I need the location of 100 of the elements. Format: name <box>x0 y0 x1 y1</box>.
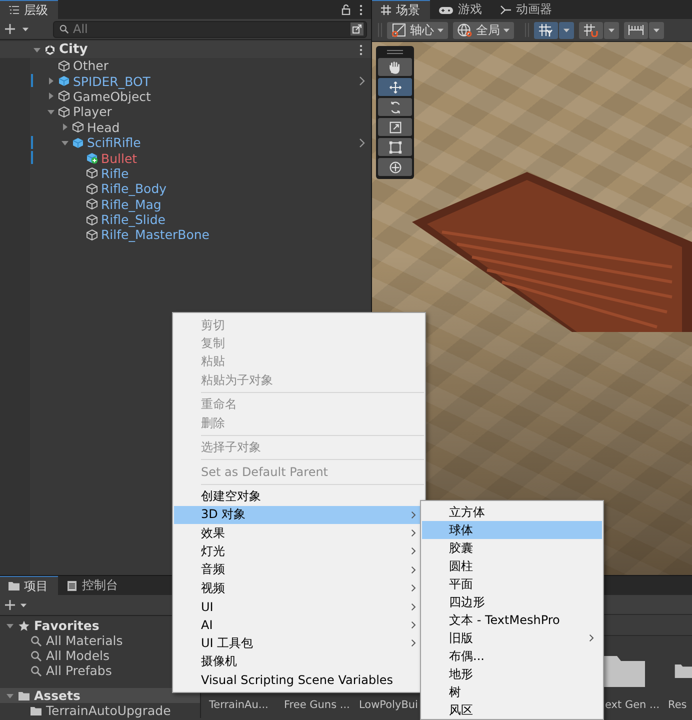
menu-item[interactable]: 旧版 <box>422 629 602 647</box>
asset-label: Free Guns ... <box>284 699 350 711</box>
tree-item[interactable]: Rifle_Mag <box>0 196 371 212</box>
tree-item[interactable]: Bullet <box>0 150 371 166</box>
menu-item[interactable]: 立方体 <box>422 503 602 521</box>
pivot-dropdown[interactable]: 轴心 <box>387 22 448 38</box>
cube-icon <box>58 106 70 118</box>
asset-label: Res <box>668 699 687 711</box>
menu-item[interactable]: 树 <box>422 683 602 701</box>
cube-icon <box>58 90 70 102</box>
dropdown-button[interactable] <box>649 22 664 38</box>
animator-icon <box>500 4 512 16</box>
view-tab[interactable]: 游戏 <box>430 0 492 19</box>
list-icon <box>8 4 20 16</box>
add-icon[interactable] <box>4 599 16 611</box>
rect-tool-icon <box>388 140 402 154</box>
expand-arrow-icon[interactable] <box>47 108 55 116</box>
cube-icon <box>72 121 84 134</box>
search-mode-icon[interactable] <box>350 22 364 36</box>
caret-icon <box>22 26 29 32</box>
grid-snap-icon <box>538 23 554 37</box>
cube-icon <box>58 60 70 72</box>
tree-item[interactable]: Other <box>0 58 371 74</box>
expand-arrow-icon[interactable] <box>6 692 14 700</box>
view-tab[interactable]: 场景 <box>372 0 430 19</box>
menu-item[interactable]: 布偶... <box>422 647 602 665</box>
grid-toggle[interactable] <box>534 22 558 38</box>
globe-icon <box>457 23 473 37</box>
more-icon[interactable] <box>359 4 363 16</box>
menu-item[interactable]: 灯光 <box>174 542 424 561</box>
menu-item[interactable]: 地形 <box>422 665 602 683</box>
add-icon[interactable] <box>4 23 16 35</box>
tree-item[interactable]: GameObject <box>0 88 371 104</box>
folder-icon <box>18 690 30 702</box>
cube-icon <box>86 182 98 195</box>
project-tree-item[interactable]: Assets <box>0 688 200 703</box>
expand-arrow-icon[interactable] <box>33 46 41 54</box>
pivot-icon <box>391 23 407 37</box>
cube-plus-icon <box>86 152 98 164</box>
menu-item[interactable]: 四边形 <box>422 593 602 611</box>
tool-button[interactable] <box>378 118 412 136</box>
menu-item[interactable]: 文本 - TextMeshPro <box>422 611 602 629</box>
snap-toggle[interactable] <box>579 22 603 38</box>
move-arrows-icon <box>388 80 402 94</box>
expand-arrow-icon[interactable] <box>61 138 69 147</box>
asset-label: TerrainAu... <box>209 699 268 711</box>
console-icon <box>66 580 78 592</box>
menu-item[interactable]: 创建空对象 <box>174 487 424 506</box>
tree-item[interactable]: Player <box>0 104 371 120</box>
expand-arrow-icon[interactable] <box>61 123 69 132</box>
hierarchy-tab[interactable]: 层级 <box>0 0 58 19</box>
global-dropdown[interactable]: 全局 <box>453 22 514 38</box>
panel-tab[interactable]: 项目 <box>0 576 58 595</box>
menu-item[interactable]: 视频 <box>174 579 424 598</box>
tree-item[interactable]: SPIDER_BOT <box>0 73 371 89</box>
increment-toggle[interactable] <box>624 22 648 38</box>
expand-arrow-icon[interactable] <box>47 77 55 86</box>
expand-arrow-icon[interactable] <box>6 622 14 630</box>
tree-item[interactable]: Rilfe_MasterBone <box>0 227 371 243</box>
tool-button[interactable] <box>378 78 412 96</box>
magnet-snap-icon <box>583 23 599 37</box>
caret-icon <box>503 28 510 32</box>
search-icon <box>30 634 42 646</box>
tool-button[interactable] <box>378 138 412 156</box>
caret-icon <box>563 28 570 32</box>
unity-logo-icon <box>44 44 56 56</box>
menu-item[interactable]: 平面 <box>422 575 602 593</box>
tree-item[interactable]: Rifle_Slide <box>0 212 371 228</box>
lock-icon[interactable] <box>341 4 351 15</box>
menu-item[interactable]: 风区 <box>422 701 602 719</box>
tree-item[interactable]: ScifiRifle <box>0 134 371 150</box>
dropdown-button[interactable] <box>559 22 574 38</box>
menu-item[interactable]: 圆柱 <box>422 557 602 575</box>
asset-label: ext Gen ... <box>605 699 660 711</box>
caret-icon <box>653 28 660 32</box>
tool-button[interactable] <box>378 98 412 116</box>
dropdown-button[interactable] <box>604 22 619 38</box>
chevron-right-icon[interactable] <box>359 138 365 148</box>
tree-item[interactable]: Rifle_Body <box>0 181 371 197</box>
more-icon[interactable] <box>359 44 363 56</box>
caret-icon <box>20 602 27 608</box>
view-tab[interactable]: 动画器 <box>492 0 562 19</box>
panel-tab[interactable]: 控制台 <box>58 576 128 595</box>
tool-button[interactable] <box>378 158 412 176</box>
search-field[interactable]: All <box>53 20 367 38</box>
expand-arrow-icon[interactable] <box>47 92 55 100</box>
tree-item[interactable]: Rifle <box>0 166 371 182</box>
cube-icon <box>86 198 98 210</box>
chevron-right-icon[interactable] <box>359 76 365 86</box>
tool-button[interactable] <box>378 58 412 76</box>
menu-item[interactable]: 音频 <box>174 560 424 580</box>
caret-icon <box>608 28 615 32</box>
menu-item[interactable]: 效果 <box>174 524 424 542</box>
menu-item[interactable]: 球体 <box>422 521 602 539</box>
menu-item[interactable]: UI <box>174 597 424 616</box>
tree-item[interactable]: Head <box>0 120 371 135</box>
asset-label: LowPolyBui <box>359 699 418 711</box>
ruler-icon <box>628 23 644 37</box>
menu-item[interactable]: 胶囊 <box>422 539 602 557</box>
project-tree-item[interactable]: TerrainAutoUpgrade <box>0 703 200 718</box>
